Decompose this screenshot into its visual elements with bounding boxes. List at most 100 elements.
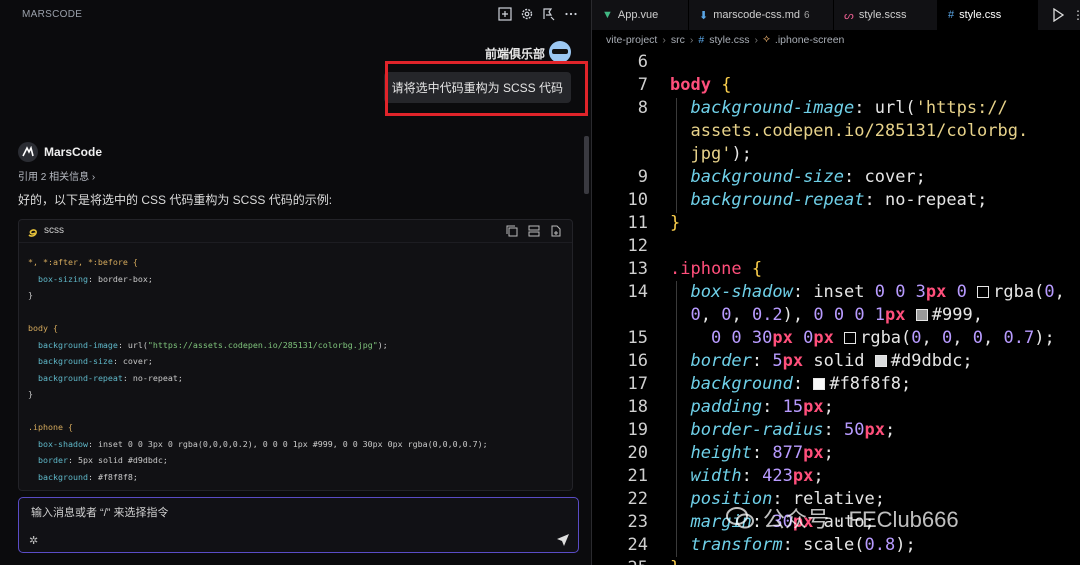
line-text: jpg'); <box>690 144 752 164</box>
css-icon: # <box>948 9 955 21</box>
line-text: .iphone { <box>670 259 763 279</box>
tab-style-scss[interactable]: ᔕ style.scss <box>834 0 938 30</box>
more-tabs-icon[interactable]: ⋮ <box>1072 8 1080 22</box>
line-number: 16 <box>627 351 648 371</box>
code-line[interactable]: 15 0 0 30px 0px rgba(0, 0, 0, 0.7); <box>592 327 1080 350</box>
sparkle-icon[interactable]: ✲ <box>29 534 41 547</box>
code-line[interactable]: 21 width: 423px; <box>592 465 1080 488</box>
line-number: 19 <box>627 420 648 440</box>
breadcrumb-item[interactable]: vite-project <box>606 34 657 46</box>
code-line[interactable]: 20 height: 877px; <box>592 442 1080 465</box>
code-content: *, *:after, *:before { box-sizing: borde… <box>28 257 488 482</box>
code-line[interactable]: 10 background-repeat: no-repeat; <box>592 189 1080 212</box>
code-line[interactable]: 17 background: #f8f8f8; <box>592 373 1080 396</box>
breadcrumb-item[interactable]: src <box>671 34 685 46</box>
insert-code-icon[interactable] <box>528 224 540 237</box>
user-name: 前端俱乐部 <box>484 47 545 61</box>
marscode-logo-icon <box>18 142 38 162</box>
tab-label: marscode-css.md <box>713 9 801 21</box>
run-icon[interactable] <box>1052 7 1065 23</box>
code-actions <box>506 224 562 237</box>
wechat-icon <box>725 505 755 531</box>
feedback-icon[interactable] <box>541 6 557 22</box>
color-swatch[interactable] <box>977 286 990 298</box>
indent-guide <box>676 281 677 557</box>
line-number: 8 <box>637 98 648 118</box>
line-number: 6 <box>637 52 648 72</box>
tab-marscode-css-md[interactable]: ⬇ marscode-css.md 6 <box>689 0 834 30</box>
line-number: 9 <box>637 167 648 187</box>
color-swatch[interactable] <box>915 309 928 321</box>
chat-input-box[interactable]: ✲ <box>18 497 579 553</box>
code-line[interactable]: 12 <box>592 235 1080 258</box>
line-number: 20 <box>627 443 648 463</box>
line-number: 23 <box>627 512 648 532</box>
code-line[interactable]: 16 border: 5px solid #d9dbdc; <box>592 350 1080 373</box>
code-line[interactable]: 14 box-shadow: inset 0 0 3px 0 rgba(0, <box>592 281 1080 304</box>
breadcrumb-item[interactable]: .iphone-screen <box>775 34 844 46</box>
line-number: 18 <box>627 397 648 417</box>
line-text: background-image: url('https:// <box>690 98 1008 118</box>
line-number: 25 <box>606 557 648 565</box>
line-text: 0, 0, 0.2), 0 0 0 1px #999, <box>690 305 983 325</box>
chevron-right-icon: › <box>91 172 96 183</box>
code-lines[interactable]: 6 7 body {8 background-image: url('https:/… <box>592 50 1080 565</box>
code-line[interactable]: assets.codepen.io/285131/colorbg. <box>592 120 1080 143</box>
line-text: assets.codepen.io/285131/colorbg. <box>690 121 1029 141</box>
code-line[interactable]: jpg'); <box>592 143 1080 166</box>
line-text: 0 0 30px 0px rgba(0, 0, 0, 0.7); <box>710 328 1055 348</box>
code-line[interactable]: 0, 0, 0.2), 0 0 0 1px #999, <box>592 304 1080 327</box>
user-avatar <box>549 41 571 63</box>
code-line[interactable]: 19 border-radius: 50px; <box>592 419 1080 442</box>
reference-label: 引用 2 相关信息 <box>18 172 90 183</box>
color-swatch[interactable] <box>813 378 826 390</box>
tab-app-vue[interactable]: ▼ App.vue <box>592 0 689 30</box>
new-chat-icon[interactable] <box>497 6 513 22</box>
color-swatch[interactable] <box>874 355 887 367</box>
chat-scrollbar[interactable] <box>584 136 589 194</box>
tab-label: App.vue <box>617 9 659 21</box>
code-block-header: scss <box>19 220 572 243</box>
reference-link[interactable]: 引用 2 相关信息 › <box>18 168 95 183</box>
breadcrumb-item[interactable]: style.css <box>709 34 749 46</box>
code-line[interactable]: 13 .iphone { <box>592 258 1080 281</box>
line-text: body { <box>670 75 732 95</box>
breadcrumb: vite-project › src › # style.css › ⟡ .ip… <box>606 33 844 46</box>
line-text: box-shadow: inset 0 0 3px 0 rgba(0, <box>690 282 1065 302</box>
code-line[interactable]: 24 transform: scale(0.8); <box>592 534 1080 557</box>
markdown-icon: ⬇ <box>699 9 709 22</box>
code-line[interactable]: 7 body { <box>592 74 1080 97</box>
panel-header: MARSCODE <box>0 0 591 30</box>
code-line[interactable]: 9 background-size: cover; <box>592 166 1080 189</box>
line-text: padding: 15px; <box>690 397 834 417</box>
code-line[interactable]: 11} <box>592 212 1080 235</box>
marscode-panel: MARSCODE 前端俱乐部 请将选中代码重构为 SCSS 代码 MarsCod… <box>0 0 592 565</box>
line-number: 12 <box>627 236 648 256</box>
copy-icon[interactable] <box>506 224 518 237</box>
tab-badge: 6 <box>804 9 810 21</box>
tab-style-css[interactable]: # style.css <box>938 0 1038 30</box>
settings-icon[interactable] <box>519 6 535 22</box>
more-icon[interactable] <box>563 6 579 22</box>
color-swatch[interactable] <box>844 332 857 344</box>
indent-guide <box>676 98 677 213</box>
send-icon[interactable] <box>556 533 570 547</box>
new-file-icon[interactable] <box>550 224 562 237</box>
line-number: 7 <box>637 75 648 95</box>
line-number: 17 <box>627 374 648 394</box>
css-file-icon: # <box>698 33 705 46</box>
code-line[interactable]: 25} <box>592 557 1080 565</box>
line-number: 13 <box>627 259 648 279</box>
code-line[interactable]: 18 padding: 15px; <box>592 396 1080 419</box>
chat-input[interactable] <box>29 506 533 520</box>
line-number: 14 <box>627 282 648 302</box>
line-number: 15 <box>627 328 648 348</box>
watermark-text: 公众号 · FEClub666 <box>763 507 959 532</box>
line-text: background-size: cover; <box>690 167 926 187</box>
line-number: 24 <box>627 535 648 555</box>
code-line[interactable]: 6 <box>592 51 1080 74</box>
chevron-right-icon: › <box>754 33 758 46</box>
chevron-right-icon: › <box>689 33 694 46</box>
assistant-name: MarsCode <box>44 145 103 159</box>
code-line[interactable]: 8 background-image: url('https:// <box>592 97 1080 120</box>
